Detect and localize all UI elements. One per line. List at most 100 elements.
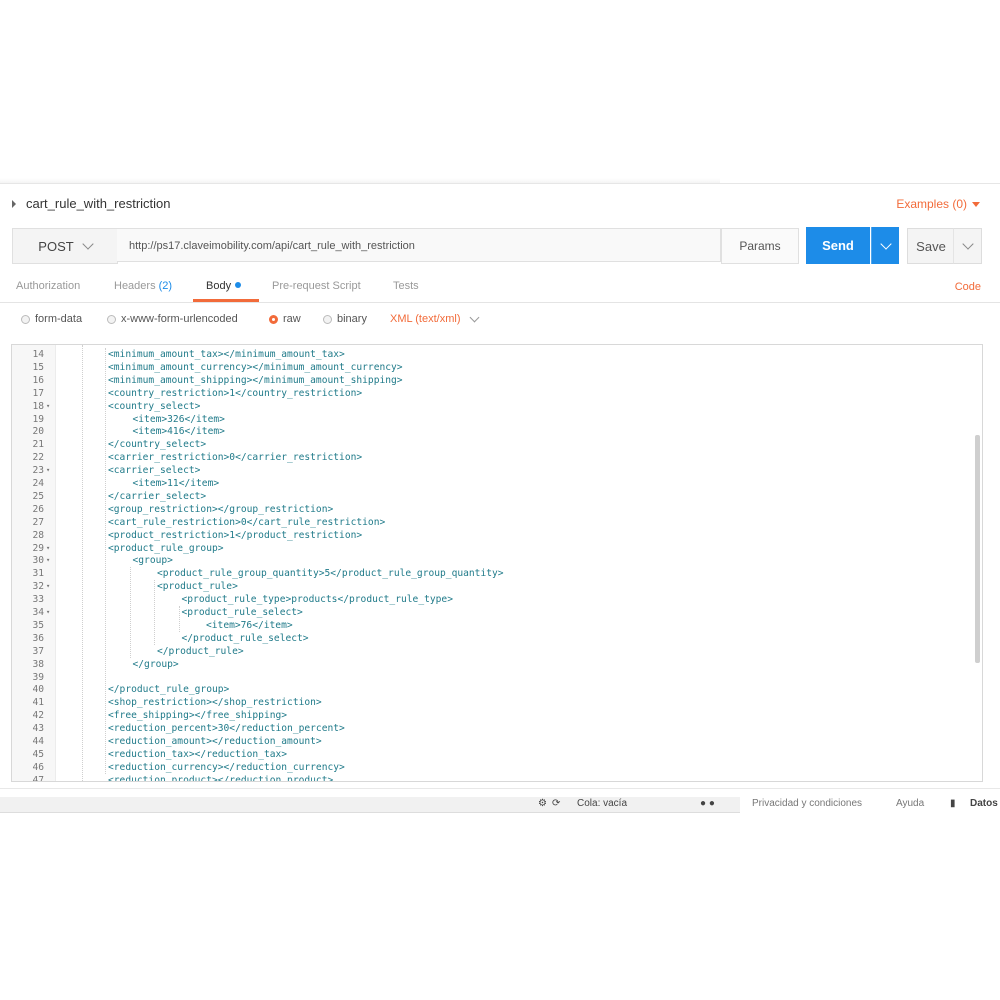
option-label: raw bbox=[283, 313, 301, 325]
chevron-down-icon bbox=[961, 238, 974, 250]
line-number: 36 bbox=[32, 632, 44, 644]
tab-label: Authorization bbox=[16, 280, 81, 292]
code-line: 46 <reduction_currency></reduction_curren… bbox=[12, 761, 972, 774]
line-number: 42 bbox=[32, 710, 44, 722]
request-tabs: Authorization Headers (2) Body Pre-reque… bbox=[0, 272, 1000, 303]
line-number: 38 bbox=[32, 658, 44, 670]
fold-arrow-icon[interactable]: ▾ bbox=[46, 464, 50, 477]
fold-arrow-icon[interactable]: ▾ bbox=[46, 542, 50, 555]
indent-guide bbox=[154, 580, 155, 645]
content-type-select[interactable]: XML (text/xml) bbox=[390, 312, 479, 325]
code-line: 47 <reduction_product></reduction_product… bbox=[12, 774, 972, 781]
line-number: 22 bbox=[32, 452, 44, 464]
line-number: 35 bbox=[32, 619, 44, 631]
url-input[interactable]: http://ps17.claveimobility.com/api/cart_… bbox=[117, 228, 721, 262]
indent-guide bbox=[178, 606, 180, 632]
code-line: 40 </product_rule_group> bbox=[12, 683, 972, 696]
line-number: 33 bbox=[32, 594, 44, 606]
code-text: <group> bbox=[132, 555, 173, 567]
caret-down-icon bbox=[972, 201, 980, 207]
code-line: 41 <shop_restriction></shop_restriction> bbox=[12, 696, 972, 709]
option-label: form-data bbox=[35, 313, 83, 325]
code-text: <product_rule> bbox=[157, 581, 238, 593]
code-line: 27 <cart_rule_restriction>0</cart_rule_re… bbox=[12, 516, 972, 529]
line-number: 26 bbox=[32, 503, 44, 515]
line-number: 23 bbox=[32, 465, 44, 477]
code-line: 31 <product_rule_group_quantity>5</produc… bbox=[12, 567, 972, 580]
fold-arrow-icon[interactable]: ▾ bbox=[46, 400, 50, 413]
body-mode-form-data[interactable]: form-data bbox=[21, 313, 82, 325]
dots-icon: ● ● bbox=[700, 798, 715, 809]
code-text: <shop_restriction></shop_restriction> bbox=[108, 697, 322, 709]
send-button[interactable]: Send bbox=[806, 227, 870, 264]
tab-pre-request-script[interactable]: Pre-request Script bbox=[272, 280, 361, 292]
fold-arrow-icon[interactable]: ▾ bbox=[46, 580, 50, 593]
code-text: <item>11</item> bbox=[132, 478, 220, 489]
line-number: 17 bbox=[32, 387, 44, 399]
code-line: 30 ▾ <group> bbox=[12, 554, 972, 567]
code-text: </carrier_select> bbox=[108, 490, 207, 502]
vertical-scrollbar[interactable] bbox=[975, 435, 980, 663]
line-number: 41 bbox=[32, 697, 44, 709]
tab-tests[interactable]: Tests bbox=[393, 280, 419, 292]
body-mode-urlencoded[interactable]: x-www-form-urlencoded bbox=[107, 313, 238, 325]
privacy-link[interactable]: Privacidad y condiciones bbox=[752, 798, 862, 809]
save-button[interactable]: Save bbox=[907, 228, 955, 264]
code-text: </product_rule_select> bbox=[181, 632, 309, 644]
code-line: 21 </country_select> bbox=[12, 438, 972, 451]
code-line: 19 <item>326</item> bbox=[12, 413, 972, 426]
line-number: 39 bbox=[32, 671, 44, 683]
tab-authorization[interactable]: Authorization bbox=[16, 280, 80, 292]
radio-selected-icon bbox=[269, 314, 278, 324]
tab-headers[interactable]: Headers (2) bbox=[114, 280, 172, 292]
option-label: binary bbox=[337, 313, 367, 325]
code-line: 37 </product_rule> bbox=[12, 645, 972, 658]
data-link[interactable]: Datos bbox=[970, 798, 998, 809]
code-text: <free_shipping></free_shipping> bbox=[108, 710, 288, 722]
examples-dropdown[interactable]: Examples (0) bbox=[896, 197, 980, 211]
line-number: 43 bbox=[32, 723, 44, 735]
code-text: <cart_rule_restriction>0</cart_rule_rest… bbox=[108, 516, 386, 528]
fold-arrow-icon[interactable]: ▾ bbox=[46, 606, 50, 619]
postman-window: cart_rule_with_restriction Examples (0) … bbox=[0, 183, 1000, 805]
code-link[interactable]: Code bbox=[955, 281, 981, 293]
line-number: 46 bbox=[32, 761, 44, 773]
line-number: 18 bbox=[32, 400, 44, 412]
code-line: 32 ▾ <product_rule> bbox=[12, 580, 972, 593]
code-line: 28 <product_restriction>1</product_restri… bbox=[12, 529, 972, 542]
line-number: 21 bbox=[32, 439, 44, 451]
code-text: <reduction_tax></reduction_tax> bbox=[108, 748, 288, 760]
code-text: <item>76</item> bbox=[206, 619, 293, 631]
line-number: 37 bbox=[32, 645, 44, 657]
method-select[interactable]: POST bbox=[12, 228, 118, 264]
body-mode-binary[interactable]: binary bbox=[323, 313, 367, 325]
code-line: 18 ▾ <country_select> bbox=[12, 400, 972, 413]
fold-arrow-icon[interactable]: ▾ bbox=[46, 554, 50, 567]
help-link[interactable]: Ayuda bbox=[896, 798, 924, 809]
save-dropdown-button[interactable] bbox=[953, 228, 982, 264]
line-number: 14 bbox=[32, 349, 44, 360]
code-line: 26 <group_restriction></group_restriction… bbox=[12, 503, 972, 516]
code-text: <product_rule_type>products</product_rul… bbox=[181, 594, 453, 606]
line-number: 31 bbox=[32, 568, 44, 580]
expand-triangle-icon[interactable] bbox=[12, 199, 16, 208]
code-line: 14 <minimum_amount_tax></minimum_amount_t… bbox=[12, 348, 972, 361]
radio-icon bbox=[323, 314, 332, 324]
code-text: <minimum_amount_shipping></minimum_amoun… bbox=[108, 374, 403, 386]
code-text: <product_restriction>1</product_restrict… bbox=[108, 529, 363, 541]
request-title-bar[interactable]: cart_rule_with_restriction bbox=[12, 196, 171, 211]
params-button[interactable]: Params bbox=[721, 228, 799, 264]
send-dropdown-button[interactable] bbox=[871, 227, 899, 264]
tab-body[interactable]: Body bbox=[206, 280, 242, 292]
chevron-down-icon bbox=[469, 312, 479, 322]
line-number: 34 bbox=[32, 607, 44, 618]
code-text: </product_rule> bbox=[157, 645, 244, 657]
indent-guide bbox=[82, 345, 83, 781]
code-line: 15 <minimum_amount_currency></minimum_amo… bbox=[12, 361, 972, 374]
code-line: 23 ▾ <carrier_select> bbox=[12, 464, 972, 477]
line-number: 32 bbox=[32, 581, 44, 593]
code-editor[interactable]: 14 <minimum_amount_tax></minimum_amount_t… bbox=[11, 344, 983, 782]
body-mode-raw[interactable]: raw bbox=[269, 313, 301, 325]
data-icon: ▮ bbox=[950, 798, 956, 809]
code-text: <group_restriction></group_restriction> bbox=[108, 503, 334, 515]
